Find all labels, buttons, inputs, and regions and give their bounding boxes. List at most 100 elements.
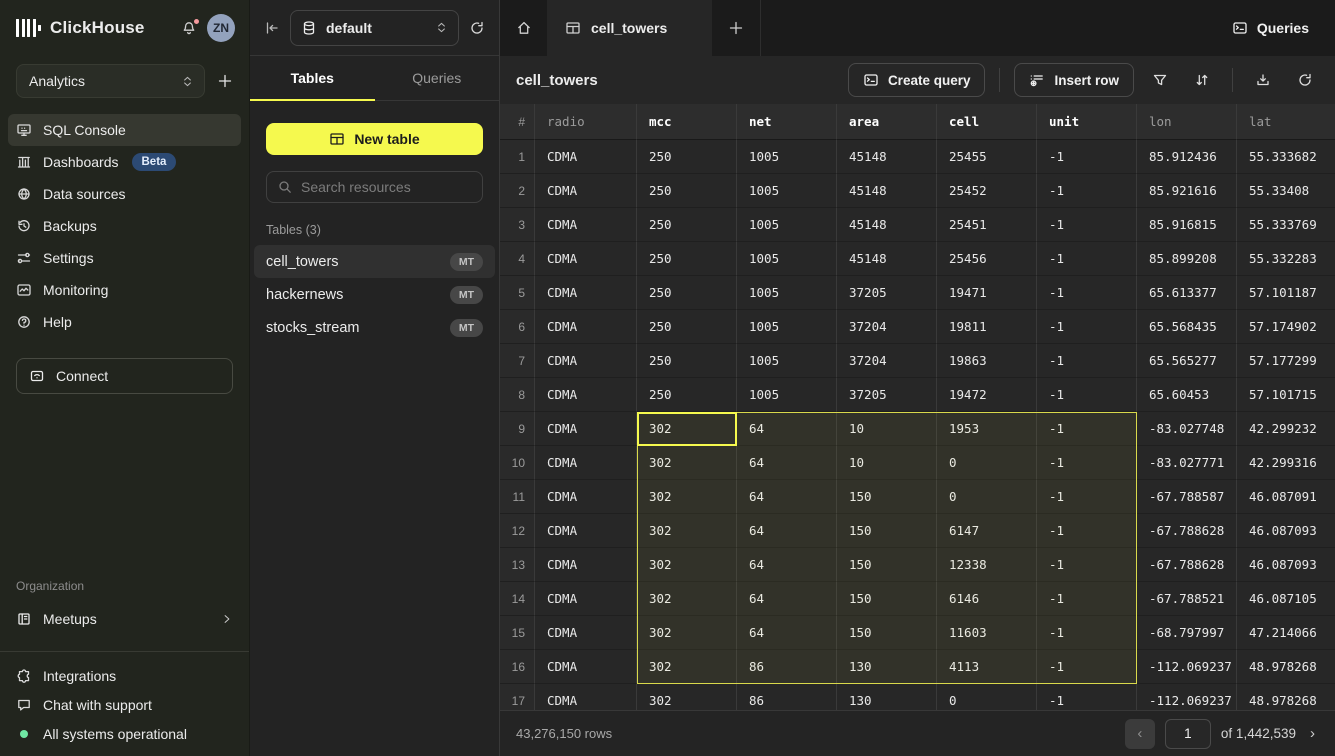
cell-radio-r13[interactable]: CDMA [535, 548, 637, 582]
cell-radio-r2[interactable]: CDMA [535, 174, 637, 208]
sidebar-item-monitoring[interactable]: Monitoring [8, 274, 241, 306]
cell-radio-r1[interactable]: CDMA [535, 140, 637, 174]
cell-net-r6[interactable]: 1005 [737, 310, 837, 344]
cell-mcc-r15[interactable]: 302 [637, 616, 737, 650]
cell-radio-r10[interactable]: CDMA [535, 446, 637, 480]
cell-mcc-r8[interactable]: 250 [637, 378, 737, 412]
cell-net-r10[interactable]: 64 [737, 446, 837, 480]
cell-net-r13[interactable]: 64 [737, 548, 837, 582]
column-header-area[interactable]: area [837, 104, 937, 140]
cell-unit-r16[interactable]: -1 [1037, 650, 1137, 684]
cell-lat-r7[interactable]: 57.177299 [1237, 344, 1335, 378]
cell-radio-r3[interactable]: CDMA [535, 208, 637, 242]
row-number[interactable]: 12 [500, 514, 535, 548]
cell-net-r16[interactable]: 86 [737, 650, 837, 684]
cell-unit-r4[interactable]: -1 [1037, 242, 1137, 276]
cell-cell-r13[interactable]: 12338 [937, 548, 1037, 582]
cell-cell-r3[interactable]: 25451 [937, 208, 1037, 242]
cell-lat-r10[interactable]: 42.299316 [1237, 446, 1335, 480]
row-number[interactable]: 13 [500, 548, 535, 582]
column-header-net[interactable]: net [737, 104, 837, 140]
collapse-panel-icon[interactable] [264, 20, 280, 36]
cell-area-r1[interactable]: 45148 [837, 140, 937, 174]
cell-radio-r15[interactable]: CDMA [535, 616, 637, 650]
cell-area-r8[interactable]: 37205 [837, 378, 937, 412]
cell-unit-r8[interactable]: -1 [1037, 378, 1137, 412]
cell-unit-r10[interactable]: -1 [1037, 446, 1137, 480]
database-selector[interactable]: default [290, 10, 459, 46]
row-number[interactable]: 17 [500, 684, 535, 710]
cell-mcc-r3[interactable]: 250 [637, 208, 737, 242]
cell-area-r9[interactable]: 10 [837, 412, 937, 446]
cell-mcc-r5[interactable]: 250 [637, 276, 737, 310]
sidebar-footer-item-chat-with-support[interactable]: Chat with support [16, 697, 233, 713]
cell-net-r3[interactable]: 1005 [737, 208, 837, 242]
cell-lat-r5[interactable]: 57.101187 [1237, 276, 1335, 310]
cell-mcc-r14[interactable]: 302 [637, 582, 737, 616]
cell-lat-r16[interactable]: 48.978268 [1237, 650, 1335, 684]
cell-mcc-r13[interactable]: 302 [637, 548, 737, 582]
cell-net-r7[interactable]: 1005 [737, 344, 837, 378]
cell-net-r17[interactable]: 86 [737, 684, 837, 710]
cell-unit-r5[interactable]: -1 [1037, 276, 1137, 310]
cell-area-r4[interactable]: 45148 [837, 242, 937, 276]
row-number[interactable]: 9 [500, 412, 535, 446]
cell-lat-r6[interactable]: 57.174902 [1237, 310, 1335, 344]
cell-mcc-r2[interactable]: 250 [637, 174, 737, 208]
cell-net-r15[interactable]: 64 [737, 616, 837, 650]
row-number[interactable]: 5 [500, 276, 535, 310]
sidebar-item-backups[interactable]: Backups [8, 210, 241, 242]
cell-area-r2[interactable]: 45148 [837, 174, 937, 208]
cell-cell-r10[interactable]: 0 [937, 446, 1037, 480]
queries-button[interactable]: Queries [1232, 20, 1309, 36]
cell-net-r1[interactable]: 1005 [737, 140, 837, 174]
cell-unit-r15[interactable]: -1 [1037, 616, 1137, 650]
cell-lat-r3[interactable]: 55.333769 [1237, 208, 1335, 242]
cell-lon-r12[interactable]: -67.788628 [1137, 514, 1237, 548]
row-number[interactable]: 16 [500, 650, 535, 684]
cell-lat-r4[interactable]: 55.332283 [1237, 242, 1335, 276]
cell-unit-r13[interactable]: -1 [1037, 548, 1137, 582]
cell-lon-r4[interactable]: 85.899208 [1137, 242, 1237, 276]
cell-lat-r17[interactable]: 48.978268 [1237, 684, 1335, 710]
sidebar-item-help[interactable]: Help [8, 306, 241, 338]
sidebar-footer-item-all-systems-operational[interactable]: All systems operational [16, 726, 233, 742]
cell-unit-r17[interactable]: -1 [1037, 684, 1137, 710]
cell-unit-r12[interactable]: -1 [1037, 514, 1137, 548]
next-page-button[interactable]: › [1306, 725, 1319, 742]
cell-area-r12[interactable]: 150 [837, 514, 937, 548]
cell-area-r10[interactable]: 10 [837, 446, 937, 480]
column-header-lon[interactable]: lon [1137, 104, 1237, 140]
cell-radio-r8[interactable]: CDMA [535, 378, 637, 412]
cell-area-r17[interactable]: 130 [837, 684, 937, 710]
cell-cell-r7[interactable]: 19863 [937, 344, 1037, 378]
cell-area-r16[interactable]: 130 [837, 650, 937, 684]
row-number[interactable]: 4 [500, 242, 535, 276]
cell-cell-r8[interactable]: 19472 [937, 378, 1037, 412]
cell-radio-r14[interactable]: CDMA [535, 582, 637, 616]
sidebar-item-meetups[interactable]: Meetups [8, 603, 241, 635]
sidebar-item-settings[interactable]: Settings [8, 242, 241, 274]
page-input[interactable] [1165, 719, 1211, 749]
cell-mcc-r7[interactable]: 250 [637, 344, 737, 378]
cell-net-r14[interactable]: 64 [737, 582, 837, 616]
cell-lon-r1[interactable]: 85.912436 [1137, 140, 1237, 174]
cell-radio-r6[interactable]: CDMA [535, 310, 637, 344]
column-header-radio[interactable]: radio [535, 104, 637, 140]
row-number[interactable]: 14 [500, 582, 535, 616]
cell-lon-r13[interactable]: -67.788628 [1137, 548, 1237, 582]
row-number[interactable]: 10 [500, 446, 535, 480]
notifications-bell-icon[interactable] [181, 20, 197, 36]
cell-area-r14[interactable]: 150 [837, 582, 937, 616]
cell-area-r15[interactable]: 150 [837, 616, 937, 650]
cell-lon-r3[interactable]: 85.916815 [1137, 208, 1237, 242]
cell-net-r5[interactable]: 1005 [737, 276, 837, 310]
sidebar-item-sql-console[interactable]: SQL Console [8, 114, 241, 146]
cell-lon-r9[interactable]: -83.027748 [1137, 412, 1237, 446]
sort-button[interactable] [1186, 64, 1218, 96]
cell-cell-r4[interactable]: 25456 [937, 242, 1037, 276]
row-number[interactable]: 11 [500, 480, 535, 514]
filter-button[interactable] [1144, 64, 1176, 96]
cell-area-r7[interactable]: 37204 [837, 344, 937, 378]
row-number[interactable]: 2 [500, 174, 535, 208]
